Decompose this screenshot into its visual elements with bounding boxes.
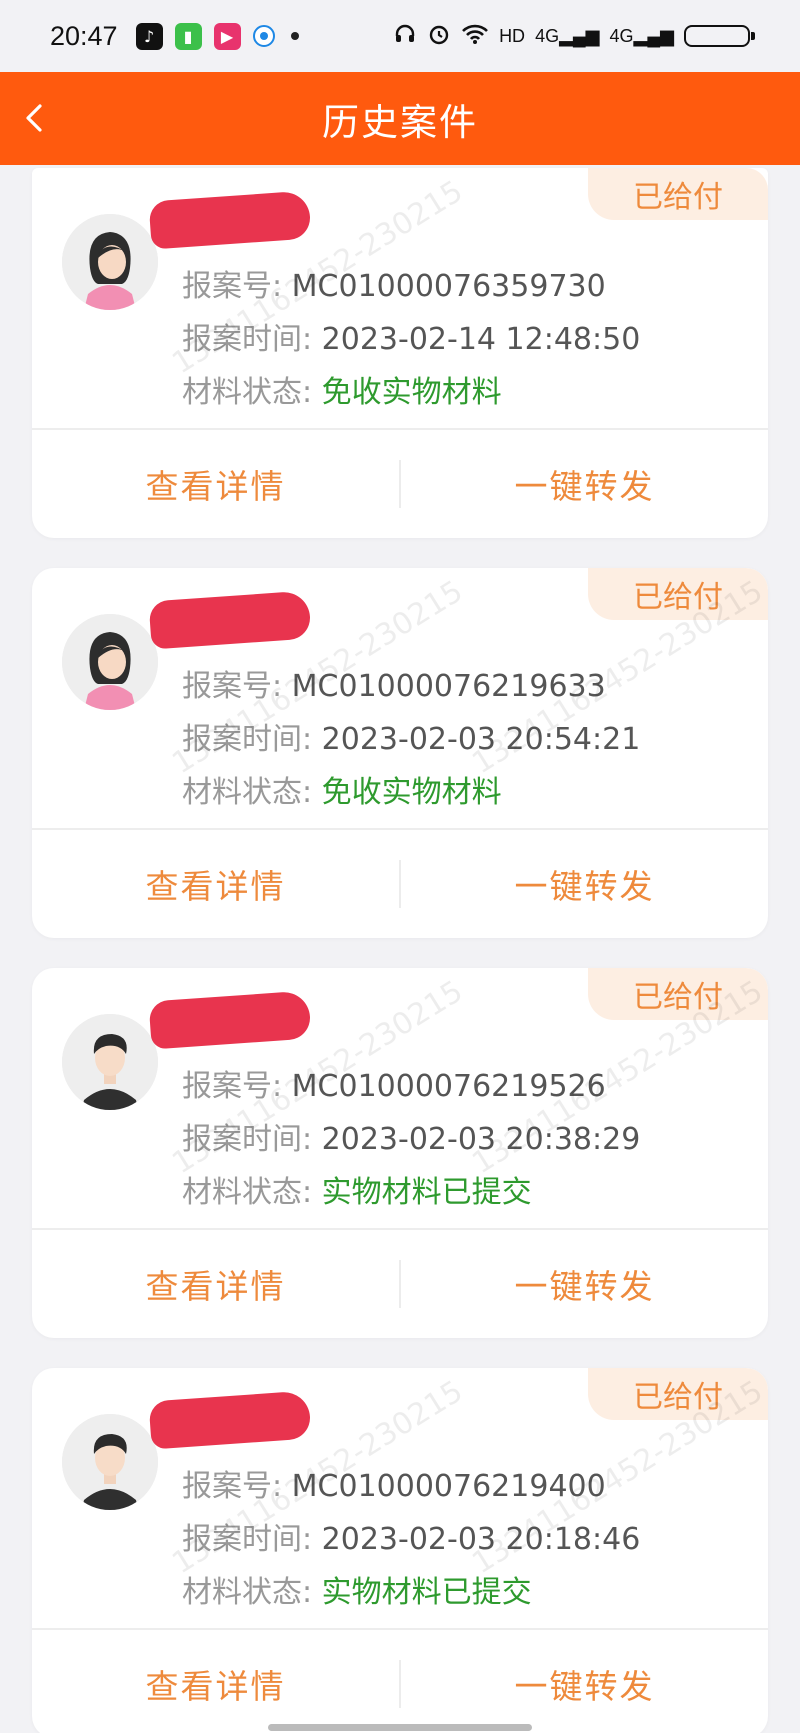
case-no: MC01000076219633 — [291, 669, 606, 704]
card-actions: 查看详情 一键转发 — [32, 830, 768, 938]
name-redaction — [148, 990, 312, 1050]
material-status-row: 材料状态: 免收实物材料 — [182, 375, 502, 410]
male-avatar-icon — [62, 1414, 158, 1510]
status-time: 20:47 — [50, 20, 118, 51]
blue-app-icon — [252, 25, 275, 47]
app-green-icon: ▮ — [174, 22, 202, 50]
case-no-row: 报案号: MC01000076219526 — [182, 1069, 606, 1104]
forward-button[interactable]: 一键转发 — [401, 860, 768, 908]
material-status-row: 材料状态: 实物材料已提交 — [182, 1175, 532, 1210]
signal-4g-2: 4G▂▄▆ — [609, 25, 674, 46]
avatar — [62, 1014, 158, 1110]
case-info: 报案号: MC01000076219400 报案时间: 2023-02-03 2… — [182, 1460, 640, 1619]
case-time-row: 报案时间: 2023-02-03 20:54:21 — [182, 722, 641, 757]
case-no-row: 报案号: MC01000076359730 — [182, 269, 606, 304]
case-time: 2023-02-14 12:48:50 — [321, 322, 641, 357]
forward-button[interactable]: 一键转发 — [401, 1260, 768, 1308]
case-no-row: 报案号: MC01000076219400 — [182, 1469, 606, 1504]
material-status-row: 材料状态: 实物材料已提交 — [182, 1575, 532, 1610]
signal-4g-1: 4G▂▄▆ — [535, 25, 600, 46]
name-redaction — [148, 190, 312, 250]
status-badge: 已给付 — [588, 168, 768, 220]
material-status: 免收实物材料 — [321, 375, 502, 410]
avatar — [62, 614, 158, 710]
case-card: 已给付 报案号: MC01000076219526 报案时间: 2023-02-… — [32, 968, 768, 1338]
case-no: MC01000076219526 — [291, 1069, 606, 1104]
status-badge: 已给付 — [588, 1368, 768, 1420]
material-status-row: 材料状态: 免收实物材料 — [182, 775, 502, 810]
card-actions: 查看详情 一键转发 — [32, 1230, 768, 1338]
case-time: 2023-02-03 20:54:21 — [321, 722, 641, 757]
case-card: 已给付 报案号: MC01000076359730 报案时间: 2023-02-… — [32, 168, 768, 538]
material-status: 免收实物材料 — [321, 775, 502, 810]
video-app-icon: ▶ — [213, 22, 241, 50]
wifi-icon — [461, 23, 489, 49]
female-avatar-icon — [62, 214, 158, 310]
name-redaction — [148, 590, 312, 650]
case-info: 报案号: MC01000076219526 报案时间: 2023-02-03 2… — [182, 1060, 640, 1219]
case-time-row: 报案时间: 2023-02-14 12:48:50 — [182, 322, 641, 357]
view-details-button[interactable]: 查看详情 — [32, 1660, 399, 1708]
material-status: 实物材料已提交 — [321, 1175, 532, 1210]
status-right: HD 4G▂▄▆ 4G▂▄▆ — [393, 22, 755, 50]
notification-dot-icon — [290, 32, 299, 40]
hd-label: HD — [499, 25, 526, 46]
case-info: 报案号: MC01000076359730 报案时间: 2023-02-14 1… — [182, 260, 640, 419]
case-info: 报案号: MC01000076219633 报案时间: 2023-02-03 2… — [182, 660, 640, 819]
home-indicator[interactable] — [268, 1724, 532, 1731]
case-list: 已给付 报案号: MC01000076359730 报案时间: 2023-02-… — [32, 168, 768, 1733]
status-bar: 20:47 ♪ ▮ ▶ HD 4G▂▄▆ 4G▂▄▆ — [0, 0, 800, 72]
forward-button[interactable]: 一键转发 — [401, 1660, 768, 1708]
card-actions: 查看详情 一键转发 — [32, 430, 768, 538]
name-redaction — [148, 1390, 312, 1450]
case-time: 2023-02-03 20:38:29 — [321, 1122, 641, 1157]
status-badge: 已给付 — [588, 968, 768, 1020]
forward-button[interactable]: 一键转发 — [401, 460, 768, 508]
case-no-row: 报案号: MC01000076219633 — [182, 669, 606, 704]
tiktok-icon: ♪ — [135, 22, 163, 50]
avatar — [62, 1414, 158, 1510]
headphones-icon — [393, 22, 417, 50]
chevron-left-icon[interactable] — [14, 98, 54, 138]
card-actions: 查看详情 一键转发 — [32, 1630, 768, 1733]
avatar — [62, 214, 158, 310]
case-time-row: 报案时间: 2023-02-03 20:18:46 — [182, 1522, 641, 1557]
case-card: 已给付 报案号: MC01000076219400 报案时间: 2023-02-… — [32, 1368, 768, 1733]
view-details-button[interactable]: 查看详情 — [32, 1260, 399, 1308]
status-badge: 已给付 — [588, 568, 768, 620]
male-avatar-icon — [62, 1014, 158, 1110]
female-avatar-icon — [62, 614, 158, 710]
case-time-row: 报案时间: 2023-02-03 20:38:29 — [182, 1122, 641, 1157]
case-card: 已给付 报案号: MC01000076219633 报案时间: 2023-02-… — [32, 568, 768, 938]
view-details-button[interactable]: 查看详情 — [32, 860, 399, 908]
view-details-button[interactable]: 查看详情 — [32, 460, 399, 508]
material-status: 实物材料已提交 — [321, 1575, 532, 1610]
case-time: 2023-02-03 20:18:46 — [321, 1522, 641, 1557]
case-no: MC01000076219400 — [291, 1469, 606, 1504]
header-bar: 历史案件 — [0, 72, 800, 165]
alarm-icon — [427, 22, 451, 50]
case-no: MC01000076359730 — [291, 269, 606, 304]
battery-icon — [684, 25, 755, 47]
page-title: 历史案件 — [322, 100, 478, 144]
